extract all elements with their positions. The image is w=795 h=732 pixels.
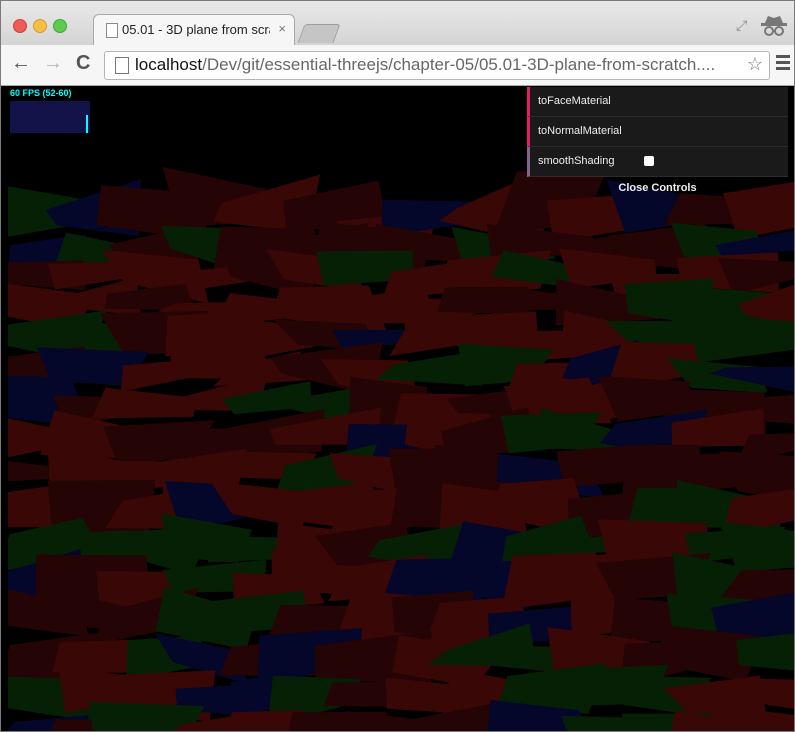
new-tab-button[interactable] <box>297 24 341 43</box>
webgl-canvas[interactable]: 60 FPS (52-60) toFaceMaterial toNormalMa… <box>8 87 794 731</box>
smooth-shading-row: smoothShading <box>527 147 788 177</box>
url-text[interactable]: localhost/Dev/git/essential-threejs/chap… <box>135 55 731 75</box>
fps-stats-panel[interactable]: 60 FPS (52-60) <box>8 87 90 135</box>
back-button[interactable]: ← <box>11 52 31 75</box>
browser-window: 05.01 - 3D plane from scratch × ⤢ ← → C … <box>0 0 795 732</box>
fullscreen-icon[interactable]: ⤢ <box>736 17 747 34</box>
incognito-icon <box>761 16 787 36</box>
fps-text: 60 FPS (52-60) <box>10 88 72 98</box>
browser-toolbar: ← → C localhost/Dev/git/essential-threej… <box>1 45 794 86</box>
browser-tab[interactable]: 05.01 - 3D plane from scratch × <box>93 14 295 46</box>
forward-button[interactable]: → <box>43 52 63 75</box>
fps-graph-bar <box>86 115 88 133</box>
document-icon <box>106 23 118 38</box>
to-face-material-button[interactable]: toFaceMaterial <box>527 87 788 117</box>
to-face-material-label: toFaceMaterial <box>538 95 611 107</box>
tab-close-icon[interactable]: × <box>278 21 286 36</box>
address-bar[interactable]: localhost/Dev/git/essential-threejs/chap… <box>104 51 770 80</box>
page-icon <box>115 57 129 74</box>
terrain-mesh <box>8 166 794 731</box>
close-window-icon[interactable] <box>13 19 27 33</box>
close-controls-button[interactable]: Close Controls <box>527 177 788 199</box>
url-path: /Dev/git/essential-threejs/chapter-05/05… <box>202 55 716 74</box>
url-host: localhost <box>135 55 203 74</box>
bookmark-star-icon[interactable]: ☆ <box>747 54 763 75</box>
dat-gui-panel: toFaceMaterial toNormalMaterial smoothSh… <box>527 87 788 199</box>
smooth-shading-label: smoothShading <box>538 155 615 167</box>
fps-graph <box>10 101 90 133</box>
menu-icon[interactable] <box>776 55 790 73</box>
tab-title: 05.01 - 3D plane from scratch <box>122 22 270 37</box>
to-normal-material-button[interactable]: toNormalMaterial <box>527 117 788 147</box>
minimize-window-icon[interactable] <box>33 19 47 33</box>
to-normal-material-label: toNormalMaterial <box>538 125 622 137</box>
title-bar: 05.01 - 3D plane from scratch × ⤢ <box>1 1 794 46</box>
smooth-shading-checkbox[interactable] <box>644 156 654 166</box>
maximize-window-icon[interactable] <box>53 19 67 33</box>
terrain-face <box>707 315 794 362</box>
reload-button[interactable]: C <box>76 52 90 75</box>
